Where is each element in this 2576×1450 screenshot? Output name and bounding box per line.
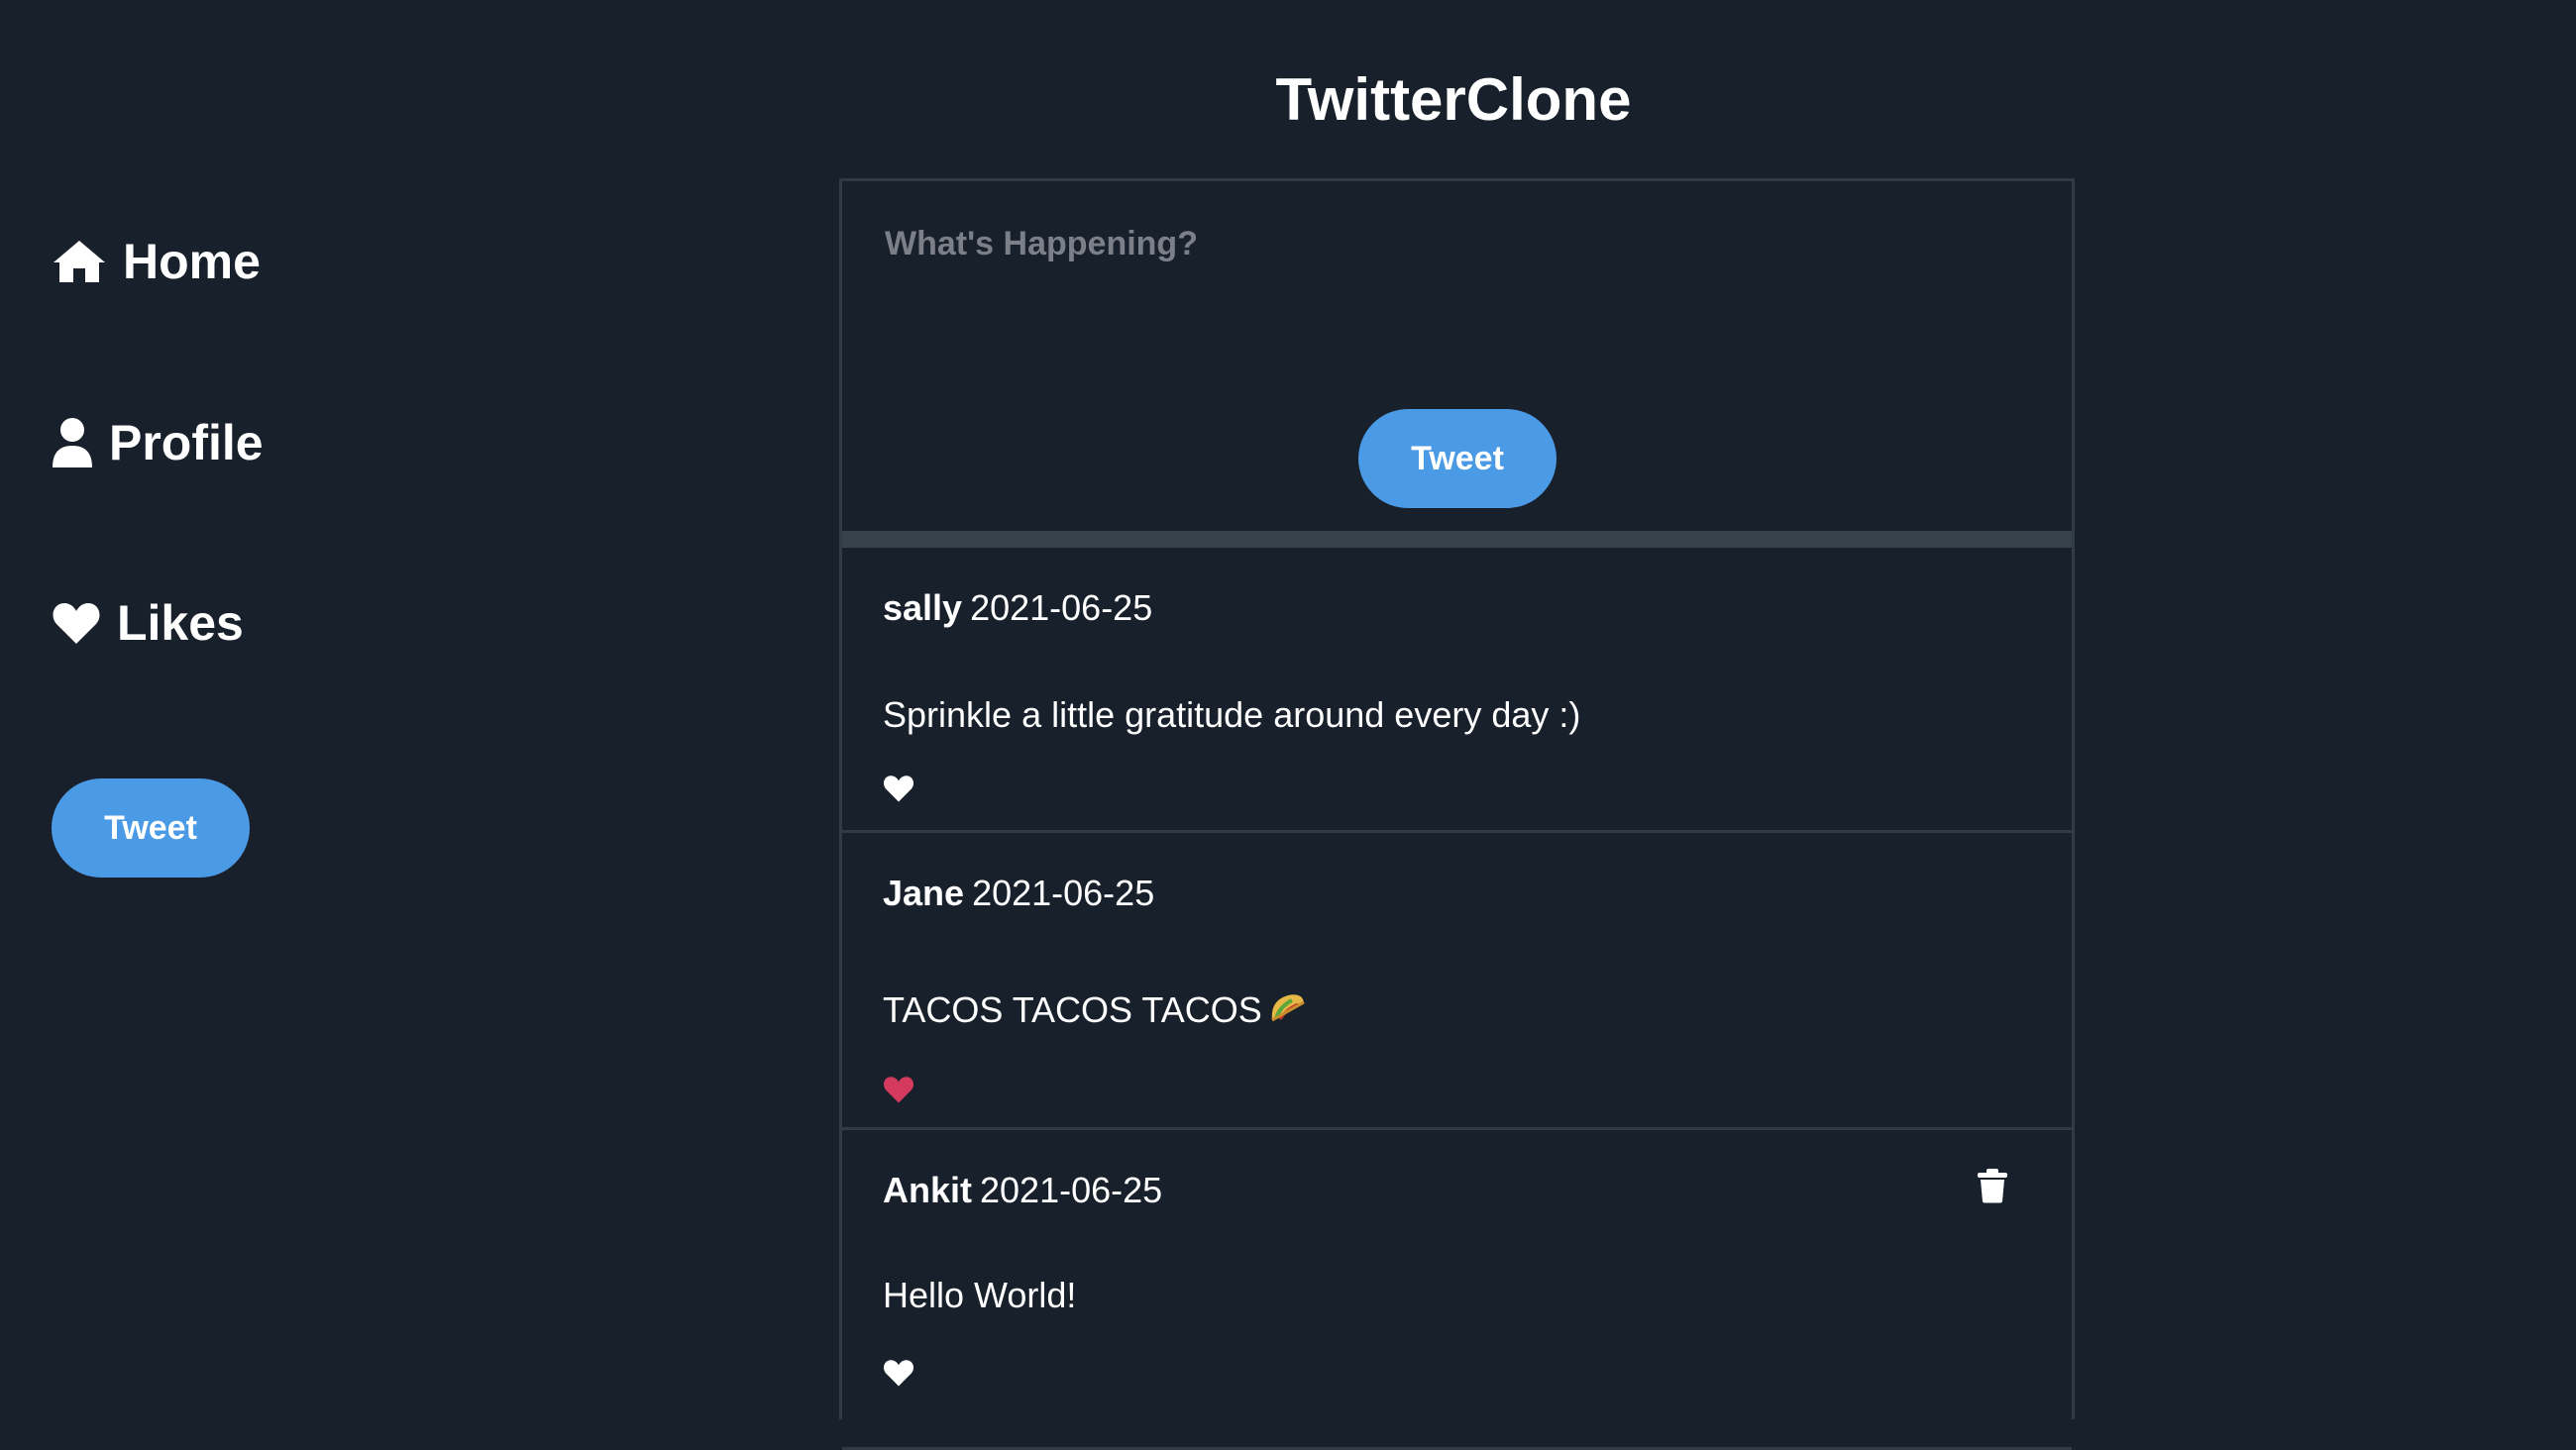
taco-icon [1268, 991, 1306, 1033]
tweet-author: Jane [883, 873, 965, 913]
tweet-author: sally [883, 587, 963, 628]
sidebar-item-profile[interactable]: Profile [52, 414, 264, 471]
tweet-header: Jane 2021-06-25 [883, 873, 1154, 914]
like-heart-icon[interactable] [883, 774, 914, 808]
tweet-author: Ankit [883, 1170, 972, 1210]
sidebar-item-label: Profile [109, 415, 264, 470]
tweet-header: sally 2021-06-25 [883, 587, 1152, 629]
like-heart-icon[interactable] [883, 1358, 914, 1393]
tweet-item: Ankit 2021-06-25 Hello World! [842, 1130, 2072, 1450]
tweet-item: sally 2021-06-25 Sprinkle a little gratit… [842, 548, 2072, 833]
page-title: TwitterClone [1275, 66, 1632, 133]
tweet-text: Sprinkle a little gratitude around every… [883, 694, 1581, 735]
user-icon [52, 417, 93, 468]
trash-icon[interactable] [1977, 1168, 2008, 1208]
tweet-text: Hello World! [883, 1275, 1077, 1315]
tweet-item: Jane 2021-06-25 TACOS TACOS TACOS [842, 833, 2072, 1130]
like-heart-icon[interactable] [883, 1075, 914, 1109]
home-icon [52, 239, 107, 284]
tweet-date: 2021-06-25 [970, 587, 1153, 628]
sidebar-item-label: Home [123, 234, 261, 289]
tweet-input[interactable] [883, 223, 2026, 405]
heart-icon [52, 600, 101, 646]
sidebar-tweet-button[interactable]: Tweet [52, 778, 250, 878]
tweet-composer: Tweet [842, 181, 2072, 548]
sidebar-item-label: Likes [117, 595, 244, 651]
sidebar-item-home[interactable]: Home [52, 233, 261, 290]
sidebar-item-likes[interactable]: Likes [52, 594, 244, 652]
tweet-text-wrapper: TACOS TACOS TACOS [883, 989, 1306, 1033]
compose-tweet-button[interactable]: Tweet [1358, 409, 1556, 508]
tweet-text: TACOS TACOS TACOS [883, 989, 1262, 1030]
sidebar: Home Profile Likes Tweet [0, 0, 594, 1400]
tweet-header: Ankit 2021-06-25 [883, 1170, 1162, 1211]
tweet-date: 2021-06-25 [972, 873, 1155, 913]
feed: Tweet sally2021-06-25 Sprinkle a little … [839, 178, 2075, 1450]
tweet-date: 2021-06-25 [980, 1170, 1163, 1210]
